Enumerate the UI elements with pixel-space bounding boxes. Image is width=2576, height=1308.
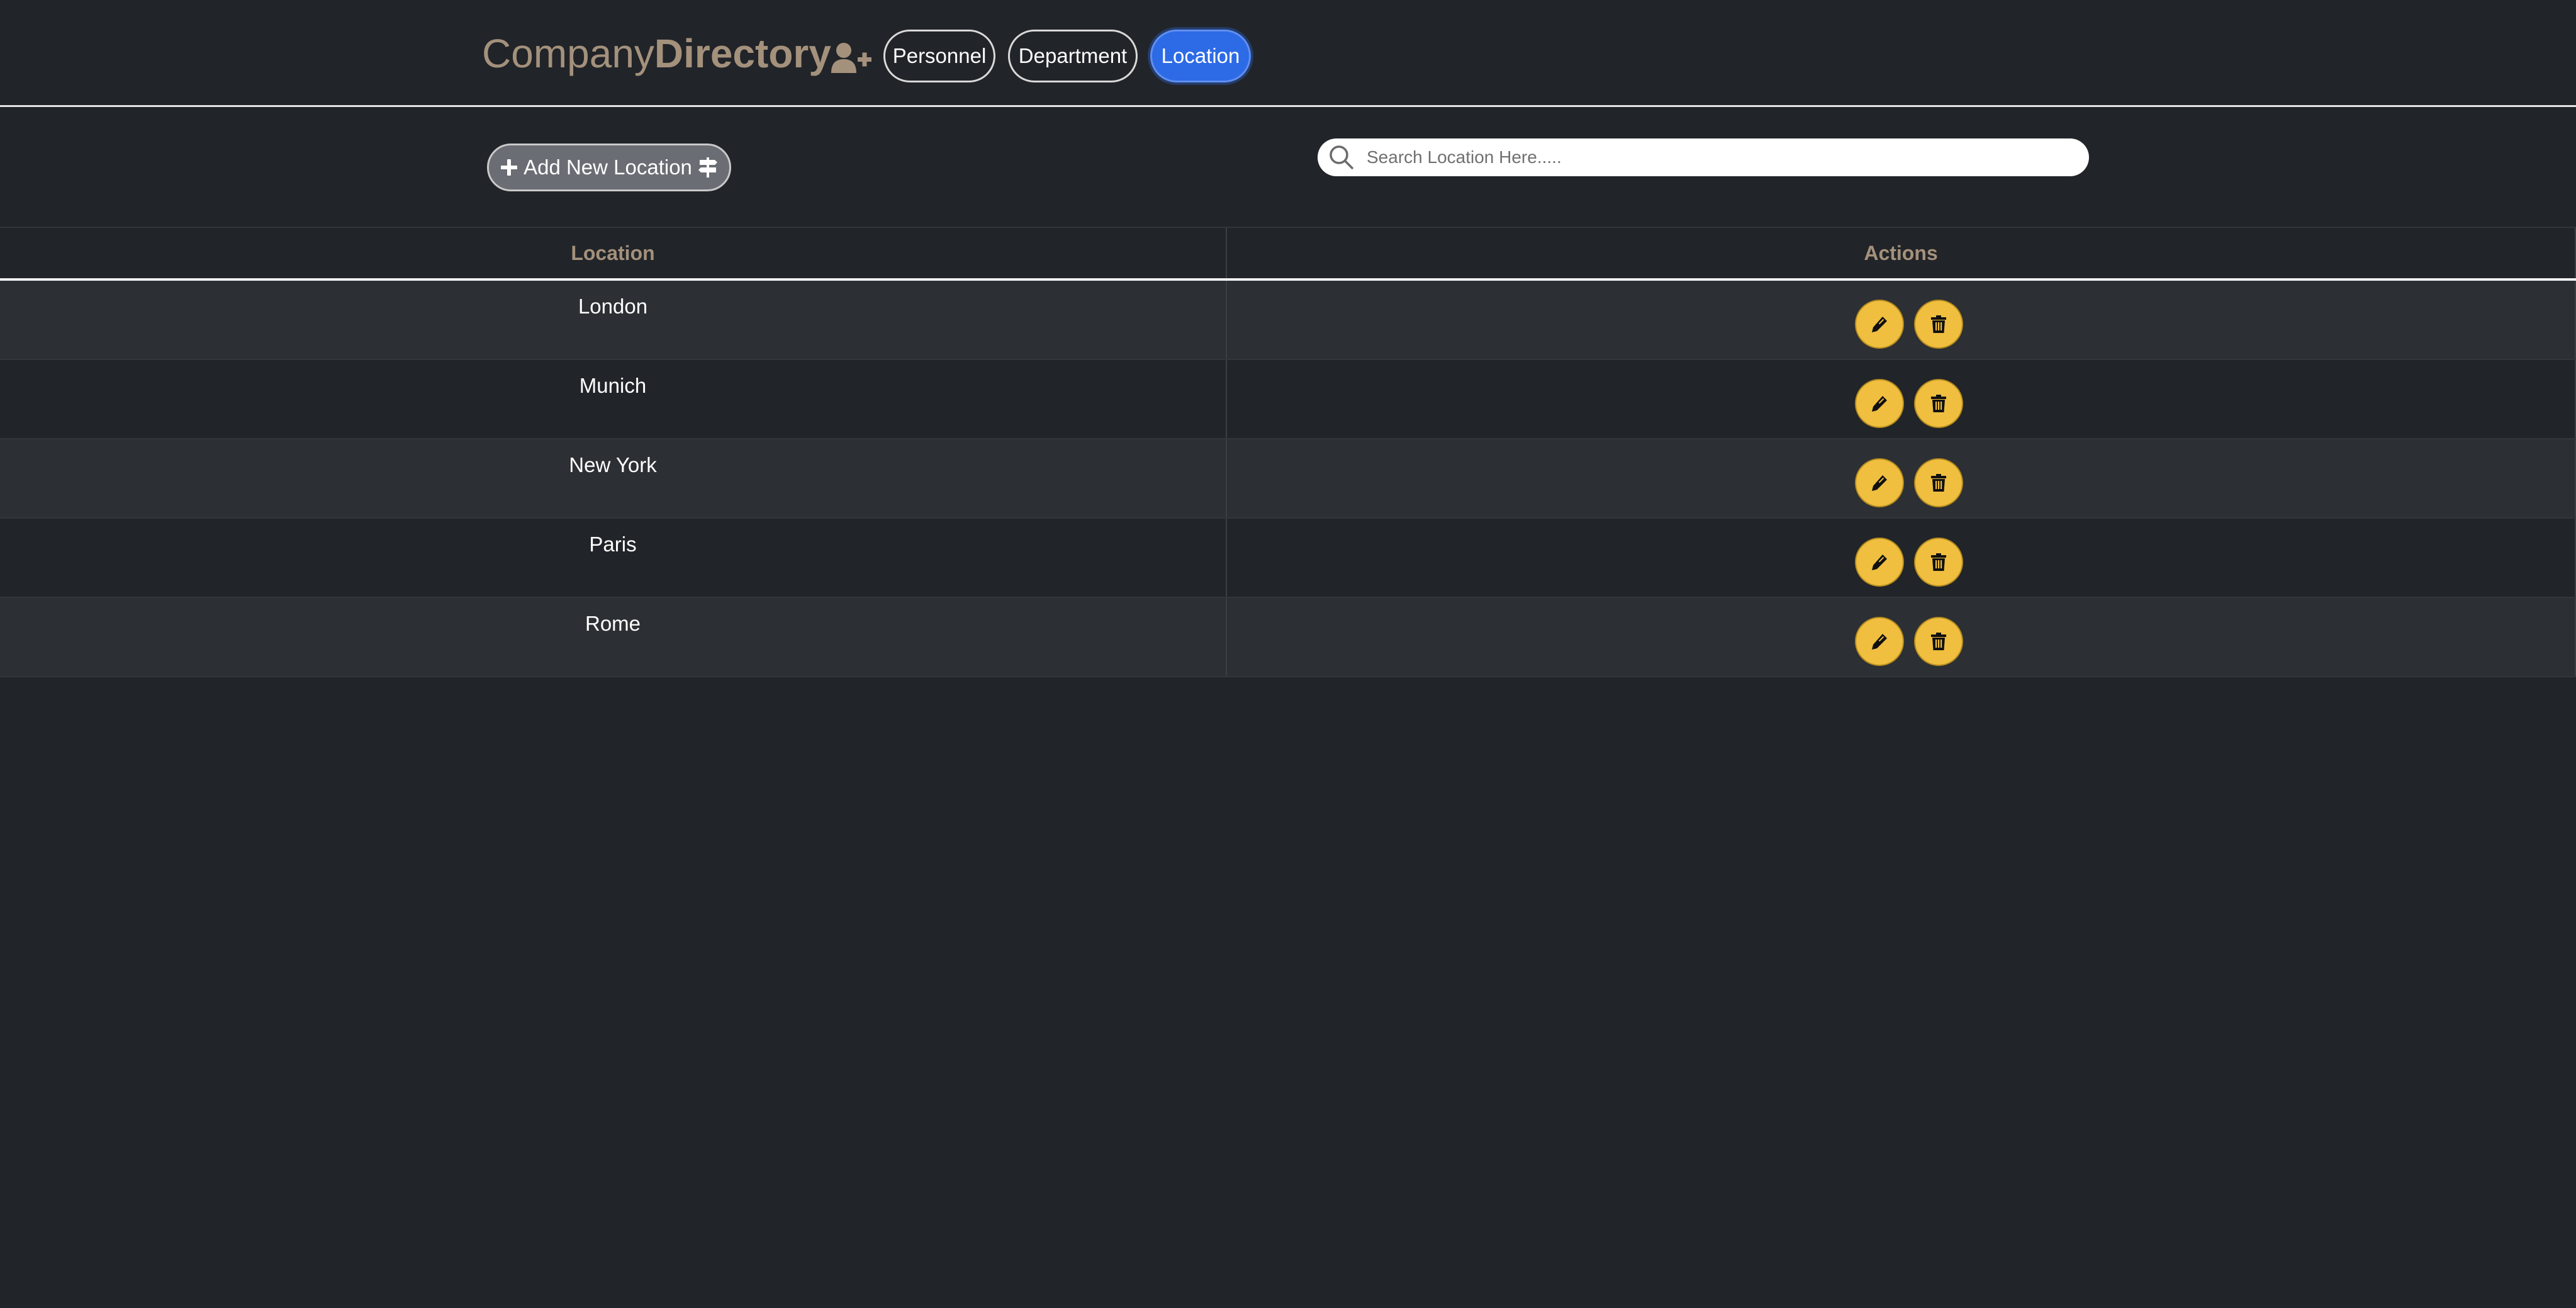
table-row: Rome	[0, 598, 2576, 677]
table-row: Munich	[0, 360, 2576, 439]
delete-button[interactable]	[1914, 379, 1963, 428]
delete-button[interactable]	[1914, 458, 1963, 507]
delete-button[interactable]	[1914, 300, 1963, 349]
location-cell: Munich	[0, 360, 1227, 438]
delete-trash-icon	[1931, 474, 1946, 492]
edit-pencil-icon	[1872, 475, 1887, 491]
user-plus-icon	[831, 43, 871, 73]
delete-button[interactable]	[1914, 538, 1963, 587]
brand-company-text: Company	[482, 31, 654, 76]
brand-directory-text: Directory	[654, 31, 831, 76]
nav-tabs: Personnel Department Location	[883, 30, 1251, 82]
delete-trash-icon	[1931, 395, 1946, 412]
plus-icon	[501, 159, 518, 176]
edit-button[interactable]	[1855, 300, 1904, 349]
table-row: London	[0, 281, 2576, 360]
header: Company Directory Personnel Department Lo…	[0, 0, 2576, 107]
delete-trash-icon	[1931, 553, 1946, 571]
edit-button[interactable]	[1855, 458, 1904, 507]
edit-button[interactable]	[1855, 617, 1904, 666]
edit-pencil-icon	[1872, 555, 1887, 570]
location-cell: Paris	[0, 519, 1227, 597]
tab-location[interactable]: Location	[1150, 30, 1251, 82]
edit-pencil-icon	[1872, 317, 1887, 332]
edit-button[interactable]	[1855, 538, 1904, 587]
column-header-location[interactable]: Location	[0, 228, 1227, 278]
actions-cell	[1227, 281, 2576, 359]
actions-cell	[1227, 360, 2576, 438]
tab-personnel[interactable]: Personnel	[883, 30, 995, 82]
search-bar	[1318, 138, 2089, 176]
actions-cell	[1227, 519, 2576, 597]
location-cell: Rome	[0, 598, 1227, 676]
delete-trash-icon	[1931, 315, 1946, 333]
table-row: New York	[0, 439, 2576, 519]
actions-cell	[1227, 439, 2576, 517]
tab-department[interactable]: Department	[1008, 30, 1138, 82]
locations-table: Location Actions London Munich New York	[0, 227, 2576, 677]
location-cell: New York	[0, 439, 1227, 517]
edit-button[interactable]	[1855, 379, 1904, 428]
table-header: Location Actions	[0, 228, 2576, 281]
add-new-location-label: Add New Location	[524, 155, 692, 179]
edit-pencil-icon	[1872, 634, 1887, 650]
actions-cell	[1227, 598, 2576, 676]
search-icon	[1330, 145, 1353, 169]
location-cell: London	[0, 281, 1227, 359]
column-header-actions: Actions	[1227, 228, 2576, 278]
signs-post-icon	[698, 157, 717, 178]
edit-pencil-icon	[1872, 396, 1887, 412]
table-row: Paris	[0, 519, 2576, 598]
delete-trash-icon	[1931, 633, 1946, 650]
search-input[interactable]	[1365, 147, 2058, 168]
add-new-location-button[interactable]: Add New Location	[487, 144, 731, 191]
delete-button[interactable]	[1914, 617, 1963, 666]
brand-logo[interactable]: Company Directory	[482, 26, 871, 81]
